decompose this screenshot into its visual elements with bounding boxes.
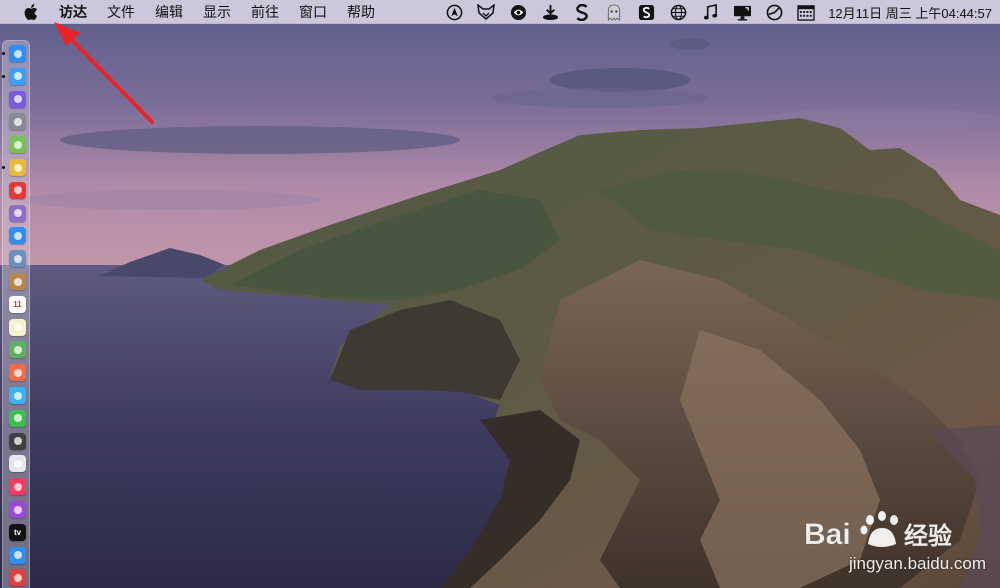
svg-text:Bai: Bai: [804, 518, 851, 551]
baidu-watermark: Bai 经验 jingyan.baidu.com: [796, 510, 986, 574]
svg-text:经验: 经验: [904, 522, 952, 550]
annotation-arrow: [54, 22, 154, 124]
watermark-url: jingyan.baidu.com: [848, 554, 986, 573]
baidu-logo: Bai 经验: [804, 511, 952, 551]
